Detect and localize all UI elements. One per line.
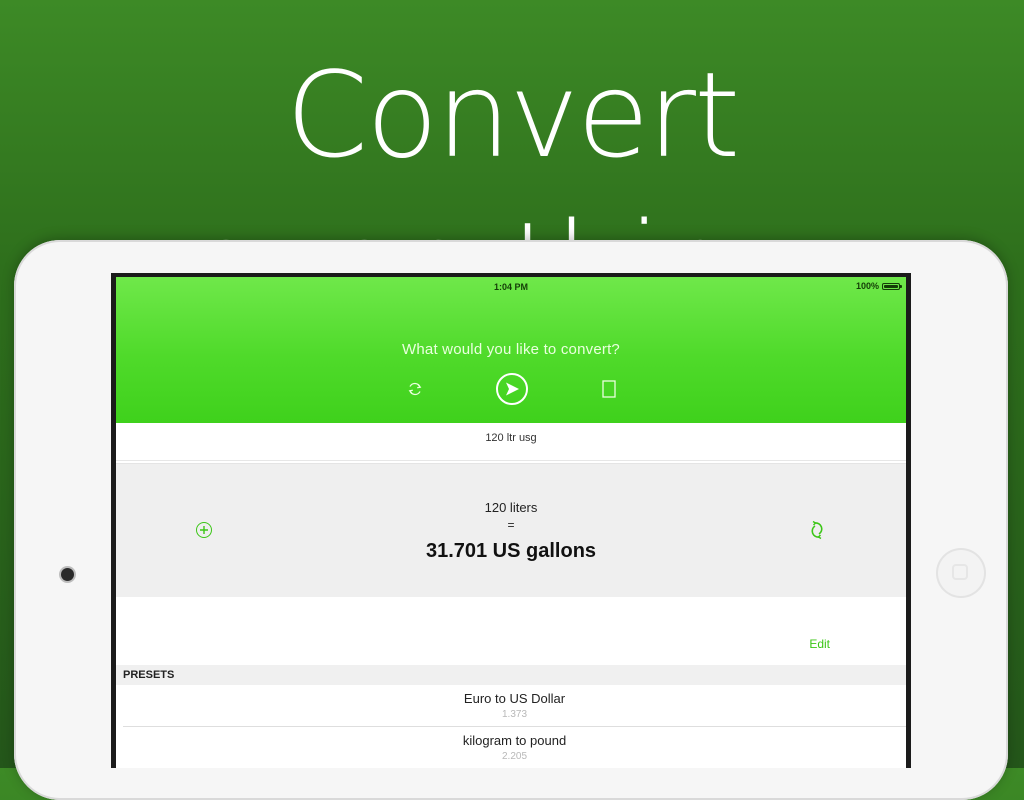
battery-percent: 100% xyxy=(855,281,879,291)
home-button[interactable] xyxy=(936,548,986,598)
preset-list: Euro to US Dollar 1.373 kilogram to poun… xyxy=(116,685,906,768)
conversion-result: 120 liters = 31.701 US gallons xyxy=(116,463,906,597)
refresh-button[interactable] xyxy=(399,373,431,405)
battery-icon xyxy=(882,282,902,290)
go-arrow-icon xyxy=(506,382,519,396)
tablet-screen: 1:04 PM 100% What would you like to conv… xyxy=(111,273,911,768)
camera xyxy=(61,568,74,581)
presets-header: PRESETS xyxy=(116,665,906,685)
input-header: 1:04 PM 100% What would you like to conv… xyxy=(116,277,906,423)
edit-row: Edit xyxy=(116,597,906,665)
app-window: 1:04 PM 100% What would you like to conv… xyxy=(116,277,906,768)
result-equals: = xyxy=(507,518,515,532)
preset-name: Euro to US Dollar xyxy=(463,691,566,706)
status-battery: 100% xyxy=(855,281,902,291)
copy-button[interactable] xyxy=(593,373,625,405)
edit-button[interactable]: Edit xyxy=(809,637,830,651)
result-from: 120 liters xyxy=(484,500,538,515)
status-time: 1:04 PM xyxy=(493,282,528,292)
swap-button[interactable] xyxy=(810,520,824,540)
preset-name: kilogram to pound xyxy=(462,733,567,748)
result-to: 31.701 US gallons xyxy=(425,540,597,562)
convert-button[interactable] xyxy=(496,373,528,405)
swap-icon xyxy=(811,520,823,540)
copy-icon xyxy=(602,380,616,398)
preset-value: 1.373 xyxy=(501,709,528,720)
preset-value: 2.205 xyxy=(501,751,528,762)
convert-prompt[interactable]: What would you like to convert? xyxy=(116,341,906,358)
query-text[interactable]: 120 ltr usg xyxy=(116,423,906,461)
list-item[interactable]: Euro to US Dollar 1.373 xyxy=(123,685,906,727)
refresh-icon xyxy=(408,382,422,396)
list-item[interactable]: kilogram to pound 2.205 xyxy=(123,727,906,768)
